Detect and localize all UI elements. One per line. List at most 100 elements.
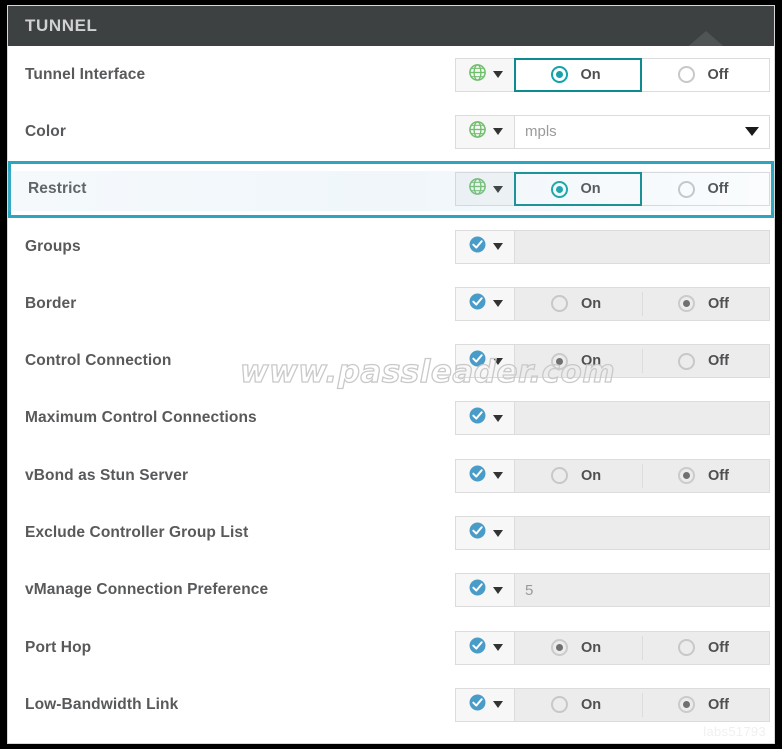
chevron-down-icon <box>493 587 503 594</box>
scope-selector[interactable] <box>455 230 515 264</box>
toggle-option-off[interactable]: Off <box>641 173 769 205</box>
toggle-option-on[interactable]: On <box>515 345 642 377</box>
form-row: Port HopOnOff <box>8 619 774 676</box>
form-row: Exclude Controller Group List <box>8 504 774 561</box>
scope-selector[interactable] <box>455 344 515 378</box>
chevron-down-icon <box>493 128 503 135</box>
toggle-option-on[interactable]: On <box>515 288 642 320</box>
check-circle-icon <box>468 292 487 316</box>
check-circle-icon-svg <box>468 406 487 425</box>
scope-selector[interactable] <box>455 573 515 607</box>
check-circle-icon-svg <box>468 521 487 540</box>
tunnel-form: Tunnel InterfaceOnOffColormplsRestrictOn… <box>8 46 774 734</box>
on-off-toggle-group: OnOff <box>515 688 770 722</box>
on-off-toggle-group: On Off <box>515 459 770 493</box>
toggle-option-on[interactable]: On <box>514 172 642 206</box>
globe-icon <box>468 120 487 144</box>
row-control: On Off <box>455 631 770 665</box>
text-input[interactable]: 5 <box>515 573 770 607</box>
scope-selector[interactable] <box>455 115 515 149</box>
toggle-option-label: Off <box>708 353 733 369</box>
check-circle-icon-svg <box>468 578 487 597</box>
radio-off-icon[interactable] <box>678 696 695 713</box>
row-label: Restrict <box>28 180 455 198</box>
chevron-down-icon <box>493 243 503 250</box>
scope-selector[interactable] <box>455 58 515 92</box>
row-control <box>455 230 770 264</box>
toggle-option-label: Off <box>708 640 733 656</box>
panel-header: TUNNEL <box>8 6 774 46</box>
toggle-option-on[interactable]: On <box>514 58 642 92</box>
row-label: Border <box>25 295 455 313</box>
toggle-option-label: On <box>581 640 606 656</box>
text-input[interactable] <box>515 401 770 435</box>
radio-on-icon[interactable] <box>551 353 568 370</box>
form-row: vManage Connection Preference5 <box>8 562 774 619</box>
toggle-option-on[interactable]: On <box>515 632 642 664</box>
chevron-down-icon <box>493 415 503 422</box>
radio-on-icon[interactable] <box>551 467 568 484</box>
on-off-toggle-group: On Off <box>515 631 770 665</box>
text-input[interactable] <box>515 516 770 550</box>
radio-on-icon[interactable] <box>551 66 568 83</box>
chevron-down-icon <box>493 472 503 479</box>
text-input[interactable] <box>515 230 770 264</box>
scope-selector[interactable] <box>455 631 515 665</box>
toggle-option-off[interactable]: Off <box>642 689 769 721</box>
toggle-option-label: On <box>581 67 606 83</box>
check-circle-icon-svg <box>468 464 487 483</box>
chevron-down-icon <box>493 530 503 537</box>
chevron-down-icon <box>493 701 503 708</box>
row-label: Maximum Control Connections <box>25 409 455 427</box>
radio-off-icon[interactable] <box>678 181 695 198</box>
row-control: OnOff <box>455 172 770 206</box>
toggle-option-off[interactable]: Off <box>642 345 769 377</box>
row-label: Tunnel Interface <box>25 66 455 84</box>
radio-off-icon[interactable] <box>678 639 695 656</box>
on-off-toggle-group: On Off <box>515 287 770 321</box>
toggle-option-label: Off <box>708 296 733 312</box>
on-off-toggle-group: OnOff <box>515 172 770 206</box>
scope-selector[interactable] <box>455 172 515 206</box>
check-circle-icon-svg <box>468 636 487 655</box>
scope-selector[interactable] <box>455 688 515 722</box>
check-circle-icon <box>468 578 487 602</box>
chevron-down-icon <box>493 300 503 307</box>
row-control <box>455 401 770 435</box>
chevron-down-icon <box>493 71 503 78</box>
chevron-down-icon <box>745 127 759 136</box>
scope-selector[interactable] <box>455 516 515 550</box>
on-off-toggle-group: On Off <box>515 344 770 378</box>
check-circle-icon <box>468 235 487 259</box>
scope-selector[interactable] <box>455 459 515 493</box>
toggle-option-off[interactable]: Off <box>642 460 769 492</box>
scope-selector[interactable] <box>455 287 515 321</box>
toggle-option-off[interactable]: Off <box>642 632 769 664</box>
scope-selector[interactable] <box>455 401 515 435</box>
form-row: Maximum Control Connections <box>8 390 774 447</box>
toggle-option-label: Off <box>708 468 733 484</box>
toggle-option-on[interactable]: On <box>515 689 642 721</box>
check-circle-icon <box>468 349 487 373</box>
radio-off-icon[interactable] <box>678 353 695 370</box>
row-label: vBond as Stun Server <box>25 467 455 485</box>
row-label: Exclude Controller Group List <box>25 524 455 542</box>
row-control: On Off <box>455 287 770 321</box>
dropdown-select[interactable]: mpls <box>515 115 770 149</box>
globe-icon-svg <box>468 63 487 82</box>
form-row: Colormpls <box>8 103 774 160</box>
radio-off-icon[interactable] <box>678 66 695 83</box>
check-circle-icon <box>468 693 487 717</box>
radio-on-icon[interactable] <box>551 639 568 656</box>
toggle-option-label: On <box>581 296 606 312</box>
toggle-option-off[interactable]: Off <box>642 288 769 320</box>
radio-off-icon[interactable] <box>678 295 695 312</box>
radio-off-icon[interactable] <box>678 467 695 484</box>
radio-on-icon[interactable] <box>551 181 568 198</box>
radio-on-icon[interactable] <box>551 696 568 713</box>
tunnel-settings-window: TUNNEL Tunnel InterfaceOnOffColormplsRes… <box>7 5 775 744</box>
toggle-option-on[interactable]: On <box>515 460 642 492</box>
radio-on-icon[interactable] <box>551 295 568 312</box>
toggle-option-label: On <box>581 468 606 484</box>
toggle-option-off[interactable]: Off <box>641 59 769 91</box>
